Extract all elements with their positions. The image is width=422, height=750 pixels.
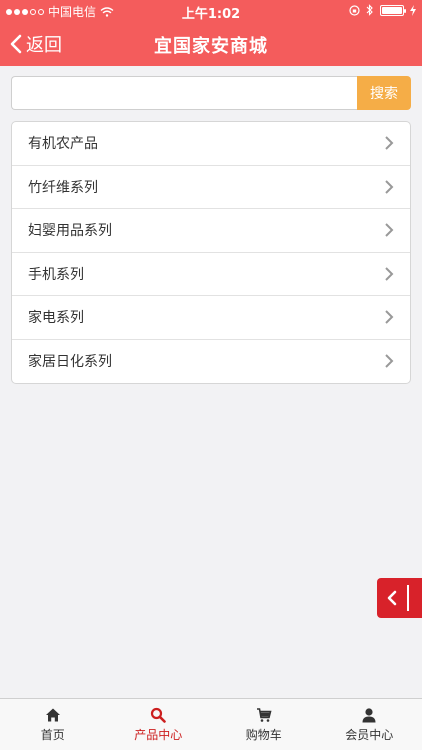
category-item[interactable]: 竹纤维系列 [12,166,410,209]
category-label: 手机系列 [28,266,84,283]
search-icon [151,707,167,723]
category-item[interactable]: 有机农产品 [12,122,410,166]
category-label: 竹纤维系列 [28,179,98,196]
tab-label: 购物车 [245,727,282,742]
charging-icon [410,4,416,16]
status-right [349,4,416,16]
tab-label: 会员中心 [345,727,394,742]
user-icon [362,707,376,722]
bluetooth-icon [366,4,373,16]
category-label: 妇婴用品系列 [28,223,112,240]
top-bar: 中国电信 上午1:02 返回 宜国家安商城 [0,0,422,66]
category-label: 家电系列 [28,310,84,327]
home-icon [45,708,60,721]
search-bar: 搜索 [11,76,411,110]
tab-home[interactable]: 首页 [0,699,106,750]
orientation-lock-icon [349,4,360,16]
search-button[interactable]: 搜索 [357,76,411,110]
category-item[interactable]: 妇婴用品系列 [12,209,410,253]
category-item[interactable]: 家居日化系列 [12,340,410,384]
side-tab-divider [407,585,409,611]
category-item[interactable]: 家电系列 [12,296,410,340]
tab-member[interactable]: 会员中心 [317,699,422,750]
battery-icon [380,4,406,16]
chevron-right-icon [385,136,394,150]
category-label: 有机农产品 [28,136,98,153]
chevron-right-icon [385,310,394,324]
chevron-right-icon [385,354,394,368]
chevron-right-icon [385,267,394,281]
category-label: 家居日化系列 [28,354,112,371]
cart-icon [256,707,272,722]
search-input[interactable] [11,76,357,110]
chevron-right-icon [385,180,394,194]
tab-cart[interactable]: 购物车 [211,699,317,750]
side-drawer-tab[interactable] [377,578,422,618]
category-list: 有机农产品 竹纤维系列 妇婴用品系列 手机系列 家电系列 家居日化系列 [11,121,411,384]
nav-header: 返回 宜国家安商城 [0,22,422,66]
status-bar: 中国电信 上午1:02 [0,0,422,22]
chevron-right-icon [385,223,394,237]
tab-products[interactable]: 产品中心 [106,699,212,750]
tab-bar: 首页 产品中心 购物车 会员中心 [0,698,422,750]
chevron-left-icon [387,590,397,606]
category-item[interactable]: 手机系列 [12,253,410,296]
tab-label: 首页 [40,727,65,742]
tab-label: 产品中心 [134,727,183,742]
page-title: 宜国家安商城 [154,36,268,57]
